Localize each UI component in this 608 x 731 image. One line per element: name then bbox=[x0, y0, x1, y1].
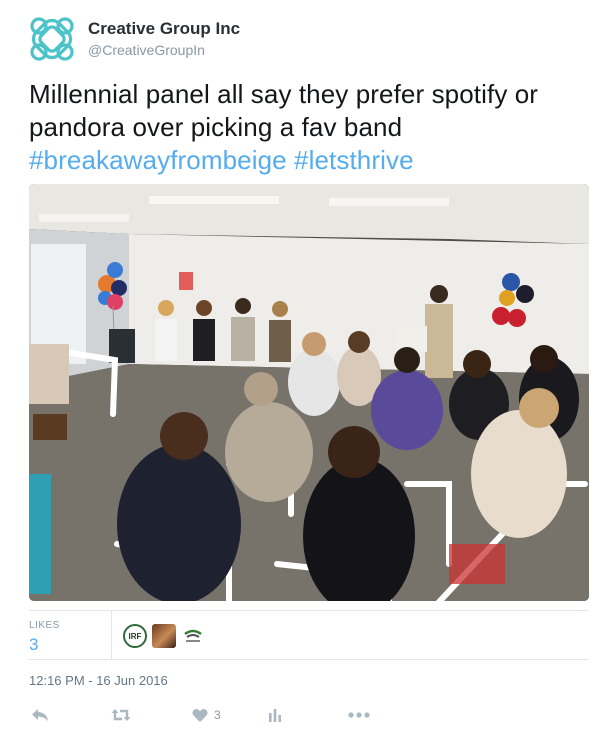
liker-avatar-logo[interactable] bbox=[181, 624, 205, 648]
stats-divider bbox=[111, 611, 112, 659]
user-info: Creative Group Inc @CreativeGroupIn bbox=[88, 18, 240, 60]
tweet-photo[interactable] bbox=[29, 184, 589, 601]
like-count: 3 bbox=[214, 708, 221, 722]
more-icon bbox=[348, 712, 370, 718]
celtic-knot-logo-icon[interactable] bbox=[27, 14, 77, 64]
more-button[interactable] bbox=[348, 704, 370, 726]
tweet-timestamp[interactable]: 12:16 PM - 16 Jun 2016 bbox=[29, 673, 168, 688]
retweet-icon bbox=[111, 709, 131, 721]
tweet-text: Millennial panel all say they prefer spo… bbox=[29, 78, 589, 177]
hashtag-line: #breakawayfrombeige #letsthrive bbox=[29, 144, 589, 177]
analytics-button[interactable] bbox=[268, 704, 282, 726]
tweet-header: Creative Group Inc @CreativeGroupIn bbox=[27, 14, 240, 64]
hashtag-link[interactable]: #letsthrive bbox=[294, 145, 414, 175]
likes-stat[interactable]: LIKES 3 bbox=[29, 620, 109, 655]
likes-label: LIKES bbox=[29, 620, 60, 631]
likes-count: 3 bbox=[29, 635, 39, 654]
tweet-card: Creative Group Inc @CreativeGroupIn Mill… bbox=[0, 0, 608, 731]
display-name[interactable]: Creative Group Inc bbox=[88, 18, 240, 40]
hashtag-link[interactable]: #breakawayfrombeige bbox=[29, 145, 287, 175]
retweet-button[interactable] bbox=[110, 704, 132, 726]
heart-icon bbox=[192, 708, 208, 722]
tweet-stats: LIKES 3 IRF bbox=[29, 610, 589, 660]
reply-button[interactable] bbox=[31, 704, 49, 726]
user-handle[interactable]: @CreativeGroupIn bbox=[88, 40, 240, 60]
like-button[interactable]: 3 bbox=[192, 704, 221, 726]
analytics-icon bbox=[269, 709, 281, 722]
panel-event-photo bbox=[29, 184, 589, 601]
green-logo-icon bbox=[184, 629, 202, 642]
reply-icon bbox=[32, 709, 48, 721]
liker-avatars: IRF bbox=[123, 624, 205, 648]
liker-avatar-photo[interactable] bbox=[152, 624, 176, 648]
tweet-text-line: Millennial panel all say they prefer spo… bbox=[29, 79, 539, 109]
tweet-text-line: pandora over picking a fav band bbox=[29, 112, 403, 142]
tweet-actions: 3 bbox=[29, 704, 589, 726]
liker-avatar-irf[interactable]: IRF bbox=[123, 624, 147, 648]
